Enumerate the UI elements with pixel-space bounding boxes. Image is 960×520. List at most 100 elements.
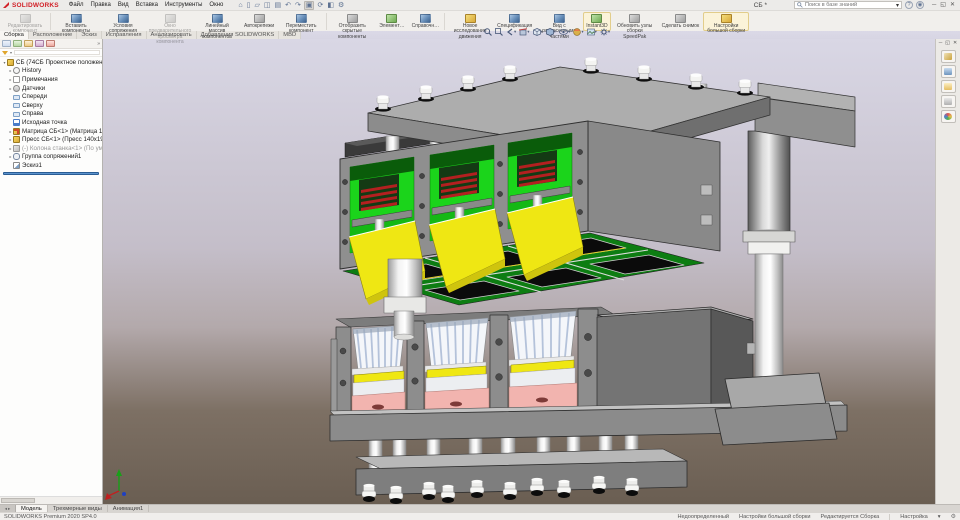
tree-item-sensors[interactable]: ▸Датчики [0,84,102,93]
tab-3d-views[interactable]: Трехмерные виды [48,505,108,512]
task-pane-home-icon[interactable] [941,50,956,63]
scrollbar-thumb[interactable] [1,498,35,503]
menu-view[interactable]: Вид [115,2,132,8]
file-properties-icon[interactable]: ◧ [326,2,335,9]
tree-item-top-plane[interactable]: Сверху [0,101,102,110]
select-icon[interactable]: ▣ [304,1,315,10]
tree-item-press-subassembly[interactable]: ▸Пресс СБ<1> (Пресс 140х190х74 СБ положе… [0,135,102,144]
configurationmanager-tab-icon[interactable] [24,40,33,47]
tree-item-right-plane[interactable]: Справа [0,110,102,119]
undo-icon[interactable]: ↶ [284,2,292,9]
insert-components-button[interactable]: Вставить компоненты [53,12,99,31]
appearances-icon[interactable] [941,110,956,123]
piston-rod[interactable] [755,254,783,380]
new-document-icon[interactable]: ▯ [246,2,252,9]
menu-tools[interactable]: Инструменты [162,2,205,8]
open-icon[interactable]: ▱ [253,2,260,9]
column-cylinder[interactable] [748,131,790,233]
update-speedpak-button[interactable]: Обновить узлы сборки SpeedPak [612,12,658,31]
graphics-viewport[interactable] [103,39,935,504]
zoom-area-icon[interactable] [495,28,503,36]
menu-file[interactable]: Файл [66,2,87,8]
save-icon[interactable]: ◫ [263,2,272,9]
filter-input[interactable] [14,50,100,55]
tree-item-mates-group[interactable]: ▸Группа сопряжений1 [0,153,102,162]
smart-fasteners-button[interactable]: Автокрепежи [241,12,277,31]
tab-scroll-left-icon[interactable]: ◂ [5,506,7,512]
reference-geometry-button[interactable]: Справочн… [409,12,443,31]
tree-item-machine-column[interactable]: ▸(-) Колона станка<1> (По умолчанию) [0,144,102,153]
section-view-icon[interactable]: ▾ [519,28,529,36]
window-controls: ─ ◱ ✕ [932,1,955,10]
restore-button[interactable]: ◱ [940,1,946,10]
hide-show-items-icon[interactable]: ▾ [559,28,570,36]
options-icon[interactable]: ⚙ [337,2,345,9]
tree-item-origin[interactable]: Исходная точка [0,118,102,127]
tree-item-root[interactable]: ▾СБ (74СБ Проектное положение)<Состояние… [0,58,102,67]
edit-appearance-icon[interactable]: ▾ [573,28,583,36]
large-assembly-settings-button[interactable]: Настройки большой сборки [703,12,749,31]
displaymanager-tab-icon[interactable] [46,40,55,47]
tab-scroll-buttons[interactable]: ◂ ▸ [0,505,16,512]
show-hidden-components-button[interactable]: Отобразить скрытые компоненты [329,12,375,31]
doc-close-button[interactable]: ✕ [953,40,957,46]
tab-motion-study[interactable]: Анимация1 [108,505,149,512]
zoom-fit-icon[interactable] [484,28,492,36]
file-explorer-icon[interactable] [941,80,956,93]
status-gear-icon[interactable]: ⚙ [951,513,956,520]
tree-item-annotations[interactable]: ▸Примечания [0,75,102,84]
tree-horizontal-scrollbar[interactable] [0,496,102,504]
document-window-controls: ─ ◱ ✕ [939,40,957,46]
customize-dropdown-icon[interactable]: ▾ [938,514,941,520]
edit-component-button: Редактировать компонент [2,12,48,31]
menu-insert[interactable]: Вставка [133,2,161,8]
ribbon-separator [50,13,51,30]
scene-icon[interactable]: ▾ [587,28,597,36]
display-style-icon[interactable]: ▾ [546,28,556,36]
search-box[interactable]: ▾ [794,1,902,9]
menu-edit[interactable]: Правка [88,2,114,8]
filter-funnel-icon[interactable] [2,51,8,55]
menu-window[interactable]: Окно [206,2,226,8]
dimxpertmanager-tab-icon[interactable] [35,40,44,47]
previous-view-icon[interactable]: ▾ [506,28,516,36]
new-motion-study-icon [465,14,476,23]
subassembly-icon [13,136,20,143]
expand-tabs-icon[interactable]: » [97,41,100,47]
rollback-bar[interactable] [3,172,99,175]
search-dropdown-icon[interactable]: ▾ [896,0,899,11]
take-snapshot-button[interactable]: Сделать снимок [659,12,702,31]
sw-resources-icon[interactable]: ◉ [916,1,924,9]
close-button[interactable]: ✕ [950,1,955,10]
minimize-button[interactable]: ─ [932,1,936,10]
tab-scroll-right-icon[interactable]: ▸ [8,506,10,512]
doc-minimize-button[interactable]: ─ [939,40,943,46]
tree-item-front-plane[interactable]: Спереди [0,92,102,101]
redo-icon[interactable]: ↷ [294,2,302,9]
propertymanager-tab-icon[interactable] [13,40,22,47]
home-icon[interactable]: ⌂ [237,2,243,9]
doc-restore-button[interactable]: ◱ [945,40,950,46]
tab-model[interactable]: Модель [16,505,48,512]
tree-item-history[interactable]: ▸History [0,67,102,76]
tree-item-matrix-subassembly[interactable]: ▸Матрица СБ<1> (Матрица 140х190х74 СБ по… [0,127,102,136]
linear-pattern-button[interactable]: Линейный массив компонентов [194,12,240,31]
filter-dropdown-icon[interactable]: ▾ [10,50,12,55]
ribbon-separator [326,13,327,30]
search-input[interactable] [805,2,894,9]
design-library-icon[interactable] [941,65,956,78]
print-icon[interactable]: ▤ [273,2,282,9]
rebuild-icon[interactable]: ⟳ [316,2,324,9]
assembly-features-button[interactable]: Элемент… [376,12,407,31]
mate-button[interactable]: Условия сопряжения [100,12,146,31]
featuremanager-tab-icon[interactable] [2,40,11,47]
tree-item-sketch1[interactable]: Эскиз1 [0,161,102,170]
view-orientation-icon[interactable]: ▾ [533,28,543,36]
view-palette-icon[interactable] [941,95,956,108]
view-settings-icon[interactable]: ▾ [600,28,610,36]
move-component-button[interactable]: Переместить компонент [278,12,324,31]
customize-menu[interactable]: Настройка [900,514,928,520]
large-assembly-status[interactable]: Настройки большой сборки [739,514,810,520]
sketch-icon [13,162,20,169]
help-icon[interactable]: ? [905,1,913,9]
